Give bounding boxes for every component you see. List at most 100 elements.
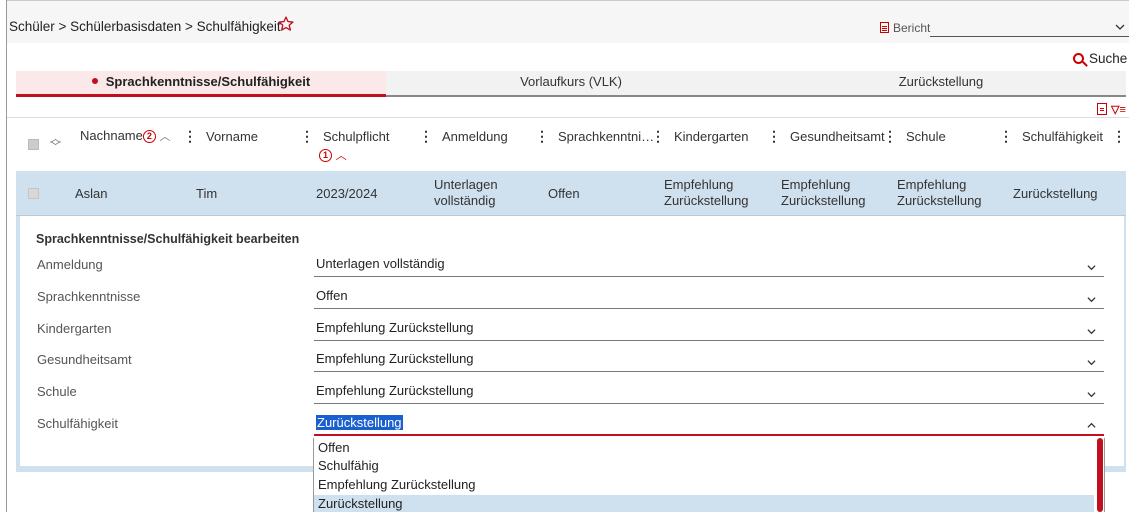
field-label-anmeldung: Anmeldung (37, 257, 103, 272)
column-menu-icon[interactable]: ⋮ (883, 128, 897, 144)
dropdown-option[interactable]: Empfehlung Zurückstellung (314, 476, 1094, 493)
active-dot-icon (91, 78, 98, 84)
column-header-schule[interactable]: ⋮ Schule (883, 128, 946, 145)
column-menu-icon[interactable]: ⋮ (419, 128, 433, 144)
table-header: ︿ ﹀ Nachname 2 ︿ ⋮ Vorname ⋮ Schulpflicht 1 … (7, 117, 1129, 167)
bericht-label: Bericht (880, 21, 930, 35)
column-header-sprachkenntnisse[interactable]: ⋮ Sprachkenntni… (535, 128, 654, 145)
frame-border (6, 0, 7, 512)
column-header-schulpflicht[interactable]: ⋮ Schulpflicht 1 ︿ (300, 128, 389, 163)
column-menu-icon[interactable]: ⋮ (300, 128, 314, 144)
column-header-vorname[interactable]: ⋮ Vorname (183, 128, 258, 145)
column-menu-icon[interactable]: ⋮ (999, 128, 1013, 144)
table-tools: ▽≡ (1097, 103, 1127, 117)
select-value: Offen (316, 288, 348, 303)
sort-order-badge: 1 (319, 149, 332, 162)
sort-up-icon: ︿ (159, 131, 171, 143)
field-label-kindergarten: Kindergarten (37, 321, 112, 336)
cell-line: Unterlagen (434, 177, 498, 192)
filter-reset-icon[interactable]: ▽≡ (1111, 103, 1126, 116)
breadcrumb: Schüler > Schülerbasisdaten > Schulfähig… (9, 19, 281, 34)
cell-schulfaehigkeit: Zurückstellung (1013, 186, 1098, 201)
favorite-star-icon[interactable] (277, 15, 295, 33)
cell-line: Zurückstellung (897, 193, 982, 208)
chevron-down-icon (1087, 392, 1096, 398)
column-label: Gesundheitsamt (790, 129, 885, 144)
search-button[interactable]: Suche (1073, 51, 1127, 66)
column-menu-icon[interactable]: ⋮ (183, 128, 197, 144)
column-label: Nachname (80, 128, 143, 143)
field-label-sprachkenntnisse: Sprachkenntnisse (37, 289, 141, 304)
column-menu-icon[interactable]: ⋮ (767, 128, 781, 144)
chevron-down-icon (1087, 360, 1096, 366)
sort-toggle-icon[interactable]: ︿ ﹀ (50, 134, 61, 153)
column-header-schulfaehigkeit[interactable]: ⋮ Schulfähigkeit ⋮ (999, 128, 1129, 145)
sort-up-icon: ︿ (335, 150, 347, 162)
cell-schule: Empfehlung Zurückstellung (897, 177, 982, 209)
cell-line: vollständig (434, 193, 496, 208)
cell-anmeldung: Unterlagen vollständig (434, 177, 498, 209)
pdf-export-icon[interactable] (1097, 103, 1107, 115)
cell-line: Zurückstellung (664, 193, 749, 208)
chevron-down-icon (1115, 24, 1125, 30)
dropdown-option[interactable]: Offen (314, 439, 1094, 456)
select-value: Empfehlung Zurückstellung (316, 383, 474, 398)
tab-label: Vorlaufkurs (VLK) (520, 74, 622, 89)
cell-sprachkenntnisse: Offen (548, 186, 580, 201)
search-icon (1073, 53, 1084, 64)
column-menu-icon[interactable]: ⋮ (651, 128, 665, 144)
column-header-kindergarten[interactable]: ⋮ Kindergarten (651, 128, 748, 145)
search-label: Suche (1089, 51, 1128, 66)
chevron-down-icon (1087, 297, 1096, 303)
chevron-up-icon (1087, 422, 1096, 428)
cell-vorname: Tim (196, 186, 218, 201)
kindergarten-select[interactable]: Empfehlung Zurückstellung (314, 319, 1104, 341)
column-header-nachname[interactable]: Nachname 2 ︿ (80, 128, 171, 144)
field-label-gesundheitsamt: Gesundheitsamt (37, 352, 132, 367)
sprachkenntnisse-select[interactable]: Offen (314, 287, 1104, 309)
dropdown-scrollbar[interactable] (1097, 438, 1103, 512)
edit-panel-title: Sprachkenntnisse/Schulfähigkeit bearbeit… (36, 232, 300, 246)
select-value: Unterlagen vollständig (316, 256, 445, 271)
dropdown-option-selected[interactable]: Zurückstellung (314, 495, 1094, 512)
select-value: Zurückstellung (316, 415, 403, 430)
schulfaehigkeit-dropdown: Offen Schulfähig Empfehlung Zurückstellu… (313, 438, 1105, 512)
column-header-gesundheitsamt[interactable]: ⋮ Gesundheitsamt (767, 128, 885, 145)
tab-vorlaufkurs[interactable]: Vorlaufkurs (VLK) (386, 71, 756, 97)
tab-sprachkenntnisse[interactable]: Sprachkenntnisse/Schulfähigkeit (16, 71, 386, 97)
select-all-checkbox[interactable] (28, 139, 39, 150)
row-checkbox[interactable] (28, 188, 39, 199)
column-label: Schule (906, 129, 946, 144)
chevron-down-icon (1087, 329, 1096, 335)
dropdown-option[interactable]: Schulfähig (314, 457, 1094, 474)
schule-select[interactable]: Empfehlung Zurückstellung (314, 382, 1104, 404)
cell-line: Zurückstellung (781, 193, 866, 208)
column-label: Anmeldung (442, 129, 508, 144)
gesundheitsamt-select[interactable]: Empfehlung Zurückstellung (314, 350, 1104, 372)
anmeldung-select[interactable]: Unterlagen vollständig (314, 255, 1104, 277)
table-row[interactable]: Aslan Tim 2023/2024 Unterlagen vollständ… (16, 171, 1126, 216)
column-label: Schulpflicht (323, 129, 390, 144)
cell-line: Empfehlung (664, 177, 734, 192)
column-menu-icon[interactable]: ⋮ (1112, 128, 1126, 144)
column-label: Vorname (206, 129, 259, 144)
tab-label: Sprachkenntnisse/Schulfähigkeit (105, 74, 311, 89)
column-label: Schulfähigkeit (1022, 129, 1103, 144)
column-label: Kindergarten (674, 129, 749, 144)
sort-order-badge: 2 (142, 130, 156, 143)
select-value: Empfehlung Zurückstellung (316, 351, 474, 366)
field-label-schulfaehigkeit: Schulfähigkeit (37, 416, 118, 431)
chevron-down-icon (1087, 265, 1096, 271)
select-value: Empfehlung Zurückstellung (316, 320, 474, 335)
field-label-schule: Schule (37, 384, 77, 399)
tab-zurueckstellung[interactable]: Zurückstellung (756, 71, 1126, 97)
column-menu-icon[interactable]: ⋮ (535, 128, 549, 144)
schulfaehigkeit-select[interactable]: Zurückstellung (314, 414, 1104, 436)
tab-bar: Sprachkenntnisse/Schulfähigkeit Vorlaufk… (16, 71, 1126, 97)
column-header-anmeldung[interactable]: ⋮ Anmeldung (419, 128, 508, 145)
cell-line: Empfehlung (781, 177, 851, 192)
bericht-select[interactable] (930, 15, 1129, 37)
cell-line: Empfehlung (897, 177, 967, 192)
top-bar: Schüler > Schülerbasisdaten > Schulfähig… (7, 0, 1129, 43)
bericht-text: Bericht (893, 21, 931, 35)
